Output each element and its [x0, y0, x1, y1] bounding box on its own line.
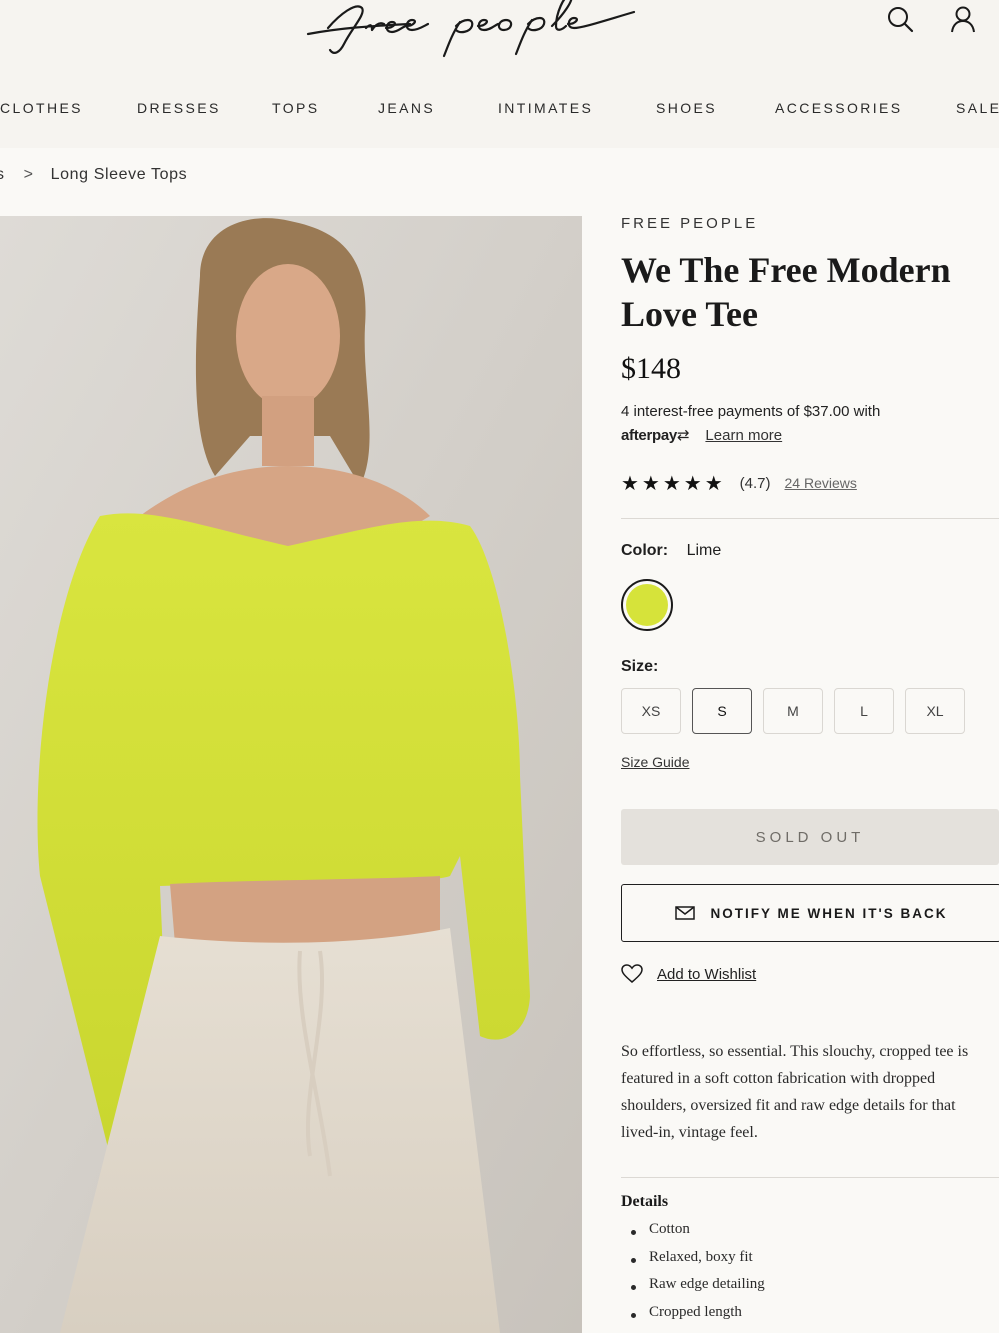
- list-item: Cropped length: [628, 1304, 765, 1332]
- size-options: XS S M L XL: [621, 688, 965, 734]
- color-value: Lime: [686, 542, 722, 559]
- product-brand[interactable]: FREE PEOPLE: [621, 215, 758, 232]
- list-item: Relaxed, boxy fit: [628, 1249, 765, 1277]
- model-photo-illustration: [0, 216, 582, 1333]
- details-heading: Details: [621, 1193, 669, 1210]
- sold-out-button[interactable]: SOLD OUT: [621, 809, 999, 865]
- size-xl-button[interactable]: XL: [905, 688, 965, 734]
- breadcrumb-current[interactable]: Long Sleeve Tops: [51, 166, 188, 183]
- afterpay-text: 4 interest-free payments of $37.00 with: [621, 403, 881, 420]
- product-rating: ★★★★★ (4.7) 24 Reviews: [621, 472, 857, 495]
- nav-item-jeans[interactable]: JEANS: [378, 100, 435, 116]
- size-l-button[interactable]: L: [834, 688, 894, 734]
- site-header: CLOTHES DRESSES TOPS JEANS INTIMATES SHO…: [0, 0, 999, 148]
- chevron-right-icon: >: [23, 166, 34, 183]
- size-s-button[interactable]: S: [692, 688, 752, 734]
- mail-icon: [674, 906, 695, 920]
- product-image[interactable]: [0, 216, 582, 1333]
- afterpay-message: 4 interest-free payments of $37.00 with …: [621, 400, 981, 448]
- afterpay-logo: afterpay⇄: [621, 427, 690, 444]
- notify-me-button[interactable]: NOTIFY ME WHEN IT'S BACK: [621, 884, 999, 942]
- size-xs-button[interactable]: XS: [621, 688, 681, 734]
- nav-item-accessories[interactable]: ACCESSORIES: [775, 100, 903, 116]
- divider: [621, 1177, 999, 1178]
- free-people-logo[interactable]: [300, 0, 640, 60]
- size-m-button[interactable]: M: [763, 688, 823, 734]
- size-guide-link[interactable]: Size Guide: [621, 754, 689, 770]
- color-label: Color:: [621, 542, 669, 559]
- product-price: $148: [621, 352, 681, 385]
- nav-item-sale[interactable]: SALE: [956, 100, 999, 116]
- nav-item-intimates[interactable]: INTIMATES: [498, 100, 593, 116]
- divider: [621, 518, 999, 519]
- color-swatch-lime[interactable]: [621, 579, 673, 631]
- breadcrumb: s > Long Sleeve Tops: [0, 166, 187, 184]
- learn-more-link[interactable]: Learn more: [705, 427, 782, 444]
- color-selector-label: Color: Lime: [621, 542, 721, 560]
- main-nav: CLOTHES DRESSES TOPS JEANS INTIMATES SHO…: [0, 100, 999, 124]
- reviews-link[interactable]: 24 Reviews: [785, 475, 857, 491]
- search-icon[interactable]: [885, 4, 915, 34]
- rating-value: (4.7): [739, 474, 771, 492]
- notify-me-label: NOTIFY ME WHEN IT'S BACK: [710, 905, 948, 921]
- size-label: Size:: [621, 658, 659, 675]
- swatch-fill: [626, 584, 668, 626]
- star-rating-icon: ★★★★★: [621, 472, 726, 495]
- details-list: Cotton Relaxed, boxy fit Raw edge detail…: [628, 1221, 765, 1331]
- product-description: So effortless, so essential. This slouch…: [621, 1043, 969, 1141]
- list-item: Raw edge detailing: [628, 1276, 765, 1304]
- add-to-wishlist-button[interactable]: Add to Wishlist: [621, 964, 756, 984]
- nav-item-shoes[interactable]: SHOES: [656, 100, 717, 116]
- nav-item-tops[interactable]: TOPS: [272, 100, 319, 116]
- nav-item-clothes[interactable]: CLOTHES: [0, 100, 83, 116]
- afterpay-arrows-icon: ⇄: [676, 427, 690, 444]
- heart-icon: [621, 964, 643, 983]
- nav-item-dresses[interactable]: DRESSES: [137, 100, 221, 116]
- product-title: We The Free Modern Love Tee: [621, 250, 951, 334]
- wishlist-label: Add to Wishlist: [657, 965, 757, 983]
- account-icon[interactable]: [948, 4, 978, 34]
- list-item: Cotton: [628, 1221, 765, 1249]
- breadcrumb-ellipsis[interactable]: s: [0, 166, 5, 183]
